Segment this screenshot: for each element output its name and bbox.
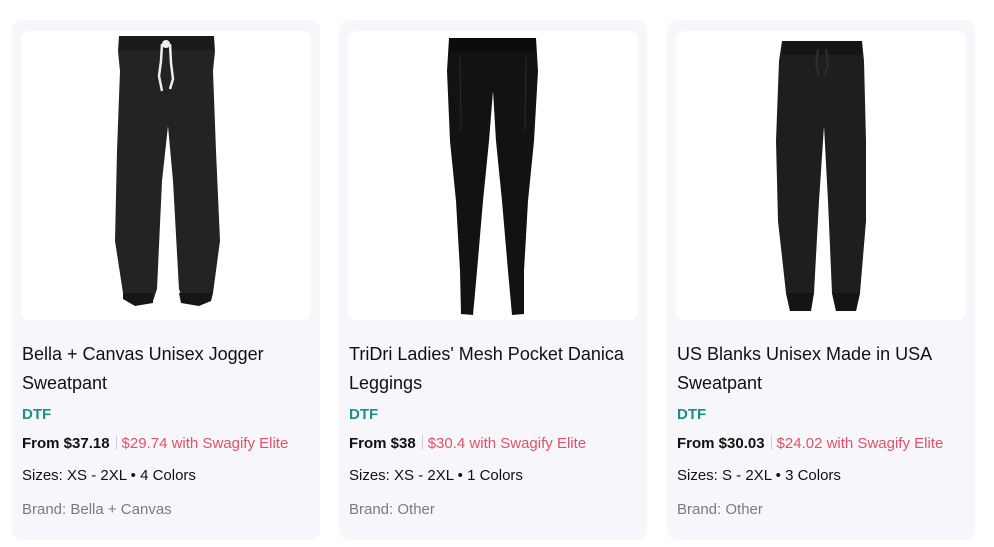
elite-price: $24.02 with Swagify Elite	[776, 435, 944, 452]
product-card[interactable]: US Blanks Unisex Made in USA Sweatpant D…	[667, 20, 975, 540]
product-card[interactable]: TriDri Ladies' Mesh Pocket Danica Leggin…	[339, 20, 647, 540]
elite-price: $30.4 with Swagify Elite	[427, 435, 587, 452]
product-image[interactable]	[21, 31, 311, 320]
price: From $38	[349, 435, 416, 452]
sizes-colors: Sizes: XS - 2XL • 1 Colors	[349, 467, 523, 484]
print-method-tag: DTF	[677, 406, 707, 423]
product-card[interactable]: Bella + Canvas Unisex Jogger Sweatpant D…	[12, 20, 320, 540]
product-title[interactable]: Bella + Canvas Unisex Jogger Sweatpant	[22, 340, 314, 398]
brand: Brand: Bella + Canvas	[22, 501, 172, 518]
price-row: From $30.03 $24.02 with Swagify Elite	[677, 434, 973, 454]
price: From $30.03	[677, 435, 765, 452]
price-row: From $37.18 $29.74 with Swagify Elite	[22, 434, 318, 454]
product-title[interactable]: TriDri Ladies' Mesh Pocket Danica Leggin…	[349, 340, 641, 398]
divider	[115, 435, 117, 450]
jogger-sweatpant-image	[115, 36, 220, 306]
sizes-colors: Sizes: XS - 2XL • 4 Colors	[22, 467, 196, 484]
sizes-colors: Sizes: S - 2XL • 3 Colors	[677, 467, 841, 484]
divider	[421, 435, 423, 450]
price: From $37.18	[22, 435, 110, 452]
print-method-tag: DTF	[22, 406, 52, 423]
sweatpant-image	[776, 41, 866, 311]
divider	[770, 435, 772, 450]
elite-price: $29.74 with Swagify Elite	[121, 435, 289, 452]
product-grid: Bella + Canvas Unisex Jogger Sweatpant D…	[0, 0, 994, 547]
product-image[interactable]	[348, 31, 638, 320]
brand: Brand: Other	[677, 501, 763, 518]
leggings-image	[447, 38, 538, 315]
price-row: From $38 $30.4 with Swagify Elite	[349, 434, 645, 454]
product-title[interactable]: US Blanks Unisex Made in USA Sweatpant	[677, 340, 969, 398]
print-method-tag: DTF	[349, 406, 379, 423]
brand: Brand: Other	[349, 501, 435, 518]
product-image[interactable]	[676, 31, 966, 320]
